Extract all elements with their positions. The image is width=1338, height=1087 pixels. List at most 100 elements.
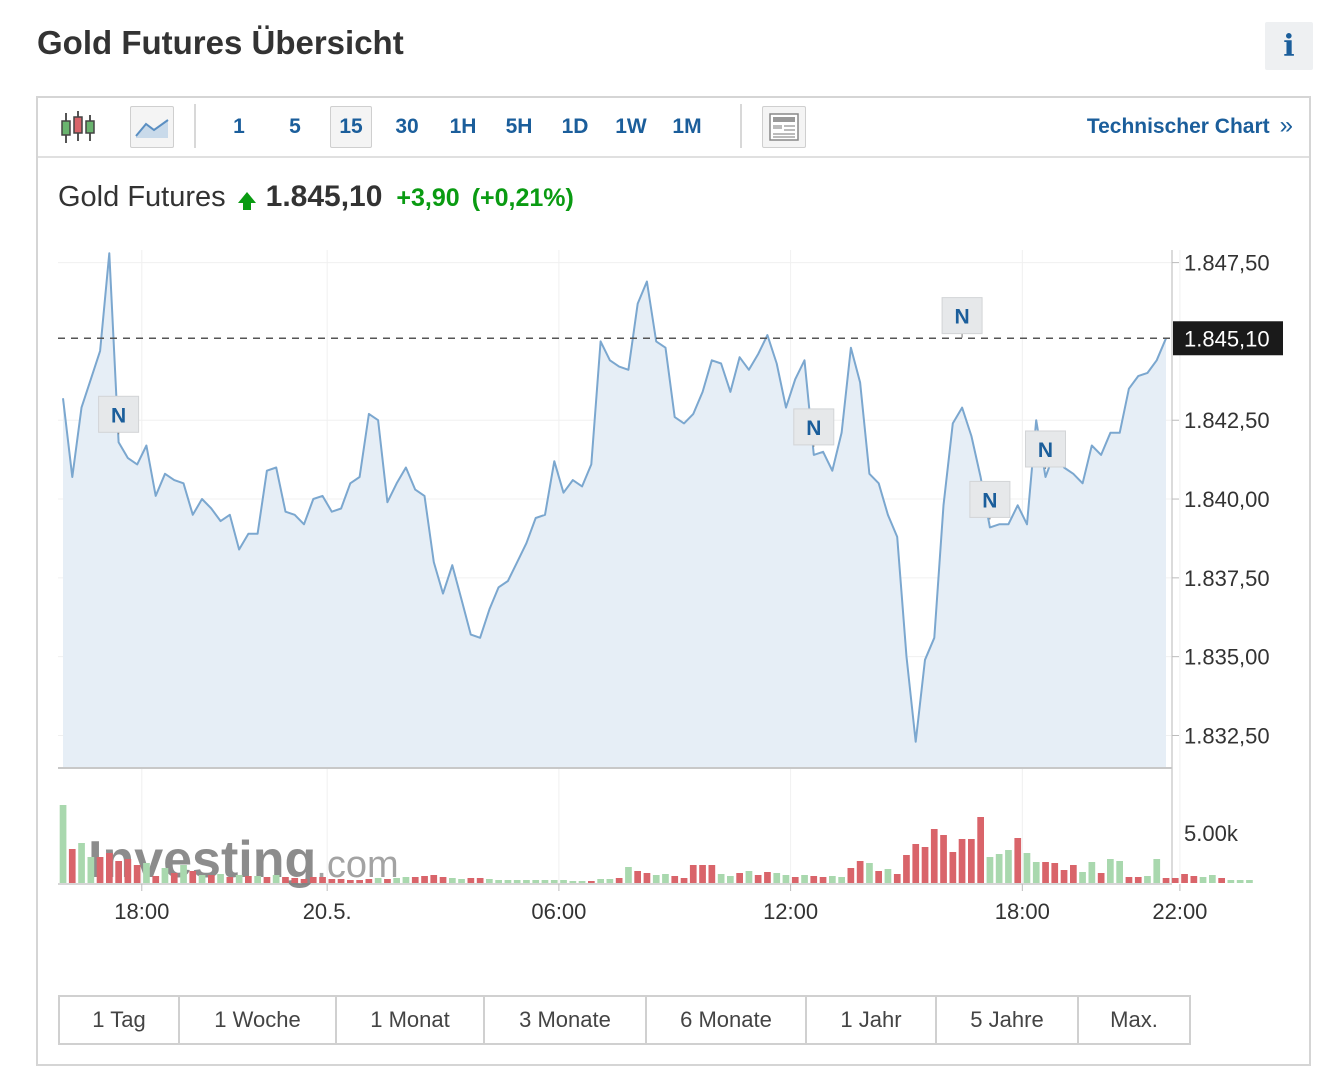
- volume-bar: [1042, 862, 1049, 883]
- volume-bar: [1227, 880, 1235, 883]
- volume-bar: [1005, 850, 1012, 883]
- volume-bar: [856, 861, 864, 883]
- volume-bar: [430, 875, 438, 883]
- volume-bar: [486, 879, 493, 883]
- x-tick-label: 20.5.: [303, 899, 352, 924]
- volume-bar: [78, 843, 85, 883]
- volume-bar: [652, 875, 660, 883]
- volume-bar: [764, 872, 771, 883]
- volume-bar: [838, 877, 845, 883]
- range-button-2[interactable]: 1 Woche: [180, 997, 337, 1043]
- range-button-3[interactable]: 1 Monat: [337, 997, 485, 1043]
- volume-bar: [819, 877, 827, 883]
- news-marker-label: N: [806, 417, 821, 440]
- volume-bar: [615, 878, 623, 883]
- volume-bar: [133, 865, 141, 883]
- volume-bar: [680, 878, 688, 883]
- volume-bar: [745, 871, 753, 883]
- volume-bar: [1051, 863, 1059, 883]
- volume-bar: [384, 879, 391, 883]
- volume-bar: [87, 857, 95, 883]
- y-tick-label: 1.837,50: [1184, 566, 1270, 591]
- volume-bar: [1107, 859, 1114, 883]
- x-tick-label: 18:00: [114, 899, 169, 924]
- range-button-4[interactable]: 3 Monate: [485, 997, 647, 1043]
- volume-bar: [356, 880, 363, 883]
- volume-bar: [347, 880, 354, 883]
- volume-bar: [884, 869, 892, 883]
- volume-bar: [791, 877, 799, 883]
- volume-bar: [180, 865, 187, 883]
- volume-bar: [1116, 861, 1123, 883]
- volume-bar: [402, 877, 410, 883]
- volume-bar: [365, 879, 373, 883]
- range-button-5[interactable]: 6 Monate: [647, 997, 807, 1043]
- volume-bar: [272, 875, 280, 883]
- volume-bar: [1209, 875, 1216, 883]
- volume-bar: [597, 879, 604, 883]
- volume-bar: [1236, 880, 1244, 883]
- volume-bar: [578, 881, 586, 883]
- volume-bar: [550, 880, 558, 883]
- last-price-tag-label: 1.845,10: [1184, 326, 1270, 351]
- volume-bar: [866, 863, 873, 883]
- volume-bar: [1079, 872, 1086, 883]
- range-button-8[interactable]: Max.: [1079, 997, 1189, 1043]
- volume-bar: [1088, 862, 1096, 883]
- volume-bar: [1014, 838, 1022, 883]
- range-button-7[interactable]: 5 Jahre: [937, 997, 1079, 1043]
- volume-bar: [300, 879, 308, 883]
- volume-bar: [1060, 870, 1068, 883]
- price-chart[interactable]: 1.847,50 1.842,50 1.840,00 1.837,50 1.835,00…: [0, 0, 1338, 1087]
- volume-bar: [625, 867, 632, 883]
- volume-bar: [411, 877, 419, 883]
- volume-bar: [606, 879, 614, 883]
- volume-bar: [801, 875, 808, 883]
- volume-bar: [588, 881, 595, 883]
- volume-bar: [254, 876, 261, 883]
- volume-bar: [699, 865, 706, 883]
- x-tick-label: 06:00: [531, 899, 586, 924]
- news-marker-label: N: [982, 489, 997, 512]
- volume-bar: [1070, 865, 1077, 883]
- volume-bar: [245, 876, 252, 883]
- volume-bar: [189, 871, 197, 883]
- y-tick-label: 1.832,50: [1184, 723, 1270, 748]
- volume-bar: [662, 874, 669, 883]
- x-tick-label: 22:00: [1152, 899, 1207, 924]
- volume-bar: [569, 881, 577, 883]
- volume-bar: [903, 855, 910, 883]
- news-marker-label: N: [1038, 439, 1053, 462]
- y-tick-label: 1.835,00: [1184, 645, 1270, 670]
- volume-bar: [421, 876, 428, 883]
- volume-bar: [708, 865, 716, 883]
- range-button-1[interactable]: 1 Tag: [60, 997, 180, 1043]
- volume-bar: [495, 880, 502, 883]
- volume-bar: [1246, 880, 1253, 883]
- volume-bar: [773, 873, 781, 883]
- volume-bar: [1125, 877, 1133, 883]
- range-button-6[interactable]: 1 Jahr: [807, 997, 937, 1043]
- volume-bar: [319, 877, 326, 883]
- volume-bar: [921, 847, 929, 883]
- volume-bar: [96, 857, 104, 883]
- volume-bar: [309, 877, 317, 883]
- volume-bar: [328, 879, 336, 883]
- volume-bar: [170, 873, 178, 883]
- volume-bar: [393, 878, 400, 883]
- volume-bar: [337, 879, 345, 883]
- volume-bar: [1097, 873, 1105, 883]
- volume-bar: [940, 835, 947, 883]
- volume-bar: [829, 876, 836, 883]
- volume-bar: [949, 852, 957, 883]
- volume-bar: [847, 868, 855, 883]
- volume-bar: [458, 879, 465, 883]
- volume-bar: [875, 871, 882, 883]
- volume-bar: [504, 880, 512, 883]
- volume-bar: [1134, 877, 1142, 883]
- y-tick-label: 1.842,50: [1184, 408, 1270, 433]
- volume-bar: [1153, 859, 1161, 883]
- volume-bar: [291, 878, 299, 883]
- volume-bar: [977, 817, 984, 883]
- volume-bar: [1218, 878, 1225, 883]
